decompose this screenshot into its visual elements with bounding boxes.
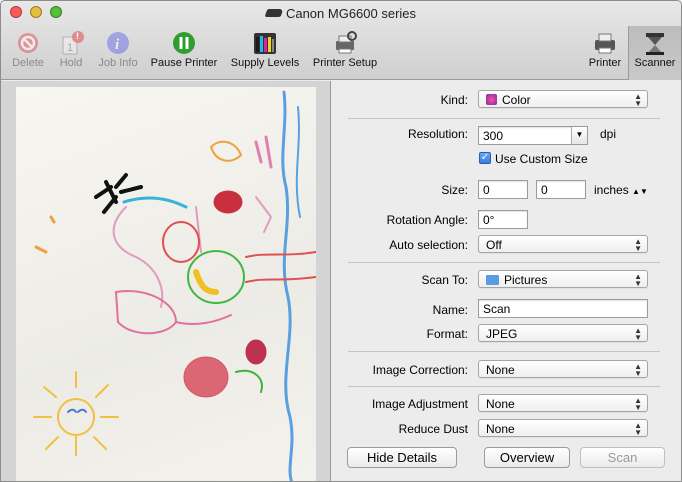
scan-button[interactable]: Scan: [580, 447, 665, 468]
info-icon: i: [107, 32, 129, 54]
custom-size-checkbox[interactable]: ✓: [479, 152, 491, 164]
resolution-label: Resolution:: [407, 127, 468, 141]
overview-button[interactable]: Overview: [484, 447, 570, 468]
folder-icon: [486, 275, 499, 285]
rotation-label: Rotation Angle:: [386, 213, 468, 227]
updown-arrows-icon: ▲▼: [632, 187, 648, 196]
combo-dropdown-icon[interactable]: ▼: [571, 127, 587, 144]
size-width-field[interactable]: 0: [478, 180, 528, 199]
size-unit-popup[interactable]: inches ▲▼: [594, 183, 648, 197]
updown-arrows-icon: ▲▼: [634, 326, 642, 342]
window-title: Canon MG6600 series: [1, 6, 681, 21]
printer-tab[interactable]: Printer: [585, 31, 625, 69]
scan-to-popup[interactable]: Pictures ▲ ▼: [478, 270, 648, 288]
image-adjustment-label: Image Adjustment: [371, 397, 468, 411]
custom-size-label[interactable]: Use Custom Size: [495, 152, 588, 166]
hold-icon: 1: [62, 31, 84, 55]
delete-icon: [18, 33, 38, 53]
updown-arrows-icon: ▲▼: [634, 92, 642, 108]
hide-details-button[interactable]: Hide Details: [347, 447, 457, 468]
printer-setup-icon: [336, 31, 357, 54]
scanner-window: Canon MG6600 series Delete 1 Hold ! i Jo…: [0, 0, 682, 482]
updown-arrows-icon: ▲▼: [634, 237, 642, 253]
size-label: Size:: [441, 183, 468, 197]
printer-small-icon: [264, 9, 284, 17]
scan-to-label: Scan To:: [421, 273, 468, 287]
dpi-unit: dpi: [600, 127, 617, 141]
separator: [348, 386, 660, 387]
scan-preview-area[interactable]: [1, 81, 331, 481]
scanner-icon: [646, 33, 664, 55]
color-kind-icon: [486, 94, 497, 105]
updown-arrows-icon: ▲▼: [634, 362, 642, 378]
image-correction-popup[interactable]: None ▲ ▼: [478, 360, 648, 378]
supply-levels-icon: [254, 33, 276, 54]
reduce-dust-popup[interactable]: None ▲ ▼: [478, 419, 648, 437]
updown-arrows-icon: ▲▼: [634, 272, 642, 288]
pause-printer-button[interactable]: Pause Printer: [148, 31, 220, 69]
toolbar: Canon MG6600 series Delete 1 Hold ! i Jo…: [1, 1, 681, 80]
format-popup[interactable]: JPEG ▲ ▼: [478, 324, 648, 342]
updown-arrows-icon: ▲▼: [634, 421, 642, 437]
printer-setup-button[interactable]: Printer Setup: [310, 31, 380, 69]
separator: [348, 351, 660, 352]
scanner-tab[interactable]: Scanner: [632, 31, 678, 69]
kind-label: Kind:: [440, 93, 468, 107]
svg-text:1: 1: [67, 42, 73, 54]
job-info-button[interactable]: i Job Info: [95, 31, 141, 69]
name-field[interactable]: Scan: [478, 299, 648, 318]
image-adjustment-popup[interactable]: None ▲ ▼: [478, 394, 648, 412]
child-drawing-picture: [33, 90, 316, 481]
image-correction-label: Image Correction:: [372, 363, 468, 377]
size-height-field[interactable]: 0: [536, 180, 586, 199]
scan-settings-panel: Kind: Color ▲ ▼ Resolution: 300 ▼ dpi ✓ Use…: [332, 81, 681, 441]
scanned-drawing: [16, 87, 316, 481]
rotation-field[interactable]: 0°: [478, 210, 528, 229]
pause-icon: [173, 32, 195, 54]
kind-popup[interactable]: Color ▲ ▼: [478, 90, 648, 108]
printer-icon: [595, 33, 615, 54]
reduce-dust-label: Reduce Dust: [398, 422, 468, 436]
delete-button[interactable]: Delete: [9, 31, 47, 69]
format-label: Format:: [426, 327, 468, 341]
name-label: Name:: [432, 303, 468, 317]
resolution-combo[interactable]: 300 ▼: [478, 126, 588, 145]
separator: [348, 118, 660, 119]
hold-badge: !: [76, 31, 79, 41]
supply-levels-button[interactable]: Supply Levels: [228, 31, 302, 69]
separator: [348, 262, 660, 263]
auto-selection-popup[interactable]: Off ▲ ▼: [478, 235, 648, 253]
updown-arrows-icon: ▲▼: [634, 396, 642, 412]
hold-button[interactable]: 1 Hold !: [53, 31, 89, 69]
auto-selection-label: Auto selection:: [389, 238, 468, 252]
